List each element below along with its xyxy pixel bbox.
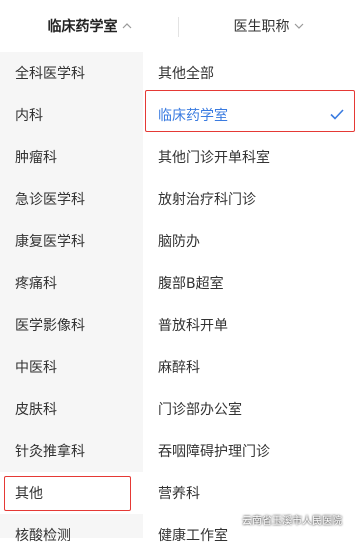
category-item[interactable]: 核酸检测: [0, 514, 143, 556]
department-item[interactable]: 吞咽障碍护理门诊: [143, 430, 358, 472]
checkmark-icon: [330, 108, 344, 124]
department-item[interactable]: 门诊部办公室: [143, 388, 358, 430]
department-label: 放射治疗科门诊: [158, 192, 256, 208]
category-label: 内科: [15, 108, 43, 124]
category-label: 核酸检测: [15, 528, 71, 544]
category-label: 急诊医学科: [15, 192, 85, 208]
department-item[interactable]: 营养科: [143, 472, 358, 514]
tab-doctor-title-label: 医生职称: [233, 19, 290, 35]
department-item-selected[interactable]: 临床药学室: [143, 94, 358, 136]
category-label: 全科医学科: [15, 66, 85, 82]
department-label: 腹部B超室: [158, 276, 224, 292]
filter-header: 临床药学室 医生职称: [0, 0, 358, 53]
watermark-text: 云南省玉溪市人民医院: [242, 516, 342, 527]
department-item[interactable]: 腹部B超室: [143, 262, 358, 304]
category-label: 疼痛科: [15, 276, 57, 292]
category-item-selected[interactable]: 其他: [0, 472, 143, 514]
watermark: 云南省玉溪市人民医院: [224, 512, 342, 527]
category-item[interactable]: 皮肤科: [0, 388, 143, 430]
category-label: 中医科: [15, 360, 57, 376]
tab-doctor-title[interactable]: 医生职称: [179, 0, 358, 52]
wechat-icon: [224, 512, 238, 527]
category-label: 针灸推拿科: [15, 444, 85, 460]
department-item[interactable]: 其他全部: [143, 52, 358, 94]
department-item[interactable]: 放射治疗科门诊: [143, 178, 358, 220]
tab-department-label: 临床药学室: [47, 19, 118, 35]
department-label: 其他门诊开单科室: [158, 150, 270, 166]
category-item[interactable]: 医学影像科: [0, 304, 143, 346]
department-label: 其他全部: [158, 66, 214, 82]
category-label: 皮肤科: [15, 402, 57, 418]
category-item[interactable]: 内科: [0, 94, 143, 136]
chevron-down-icon: [294, 23, 304, 29]
category-item[interactable]: 疼痛科: [0, 262, 143, 304]
department-item[interactable]: 脑防办: [143, 220, 358, 262]
category-item[interactable]: 中医科: [0, 346, 143, 388]
department-item[interactable]: 其他门诊开单科室: [143, 136, 358, 178]
category-item[interactable]: 康复医学科: [0, 220, 143, 262]
category-item[interactable]: 针灸推拿科: [0, 430, 143, 472]
department-item[interactable]: 麻醉科: [143, 346, 358, 388]
department-list: 其他全部 临床药学室 其他门诊开单科室 放射治疗科门诊 脑防办 腹部B超室 普放…: [143, 52, 358, 544]
department-label: 健康工作室: [158, 528, 228, 544]
department-label: 脑防办: [158, 234, 200, 250]
chevron-up-icon: [122, 23, 132, 29]
department-label: 门诊部办公室: [158, 402, 242, 418]
department-label: 临床药学室: [158, 108, 228, 124]
category-label: 康复医学科: [15, 234, 85, 250]
department-label: 营养科: [158, 486, 200, 502]
department-item[interactable]: 普放科开单: [143, 304, 358, 346]
category-item[interactable]: 肿瘤科: [0, 136, 143, 178]
category-item[interactable]: 全科医学科: [0, 52, 143, 94]
category-label: 其他: [15, 486, 43, 502]
department-label: 吞咽障碍护理门诊: [158, 444, 270, 460]
tab-department[interactable]: 临床药学室: [0, 0, 179, 52]
department-label: 普放科开单: [158, 318, 228, 334]
category-label: 肿瘤科: [15, 150, 57, 166]
category-label: 医学影像科: [15, 318, 85, 334]
department-label: 麻醉科: [158, 360, 200, 376]
category-item[interactable]: 急诊医学科: [0, 178, 143, 220]
department-category-list: 全科医学科 内科 肿瘤科 急诊医学科 康复医学科 疼痛科 医学影像科 中医科 皮…: [0, 52, 143, 544]
